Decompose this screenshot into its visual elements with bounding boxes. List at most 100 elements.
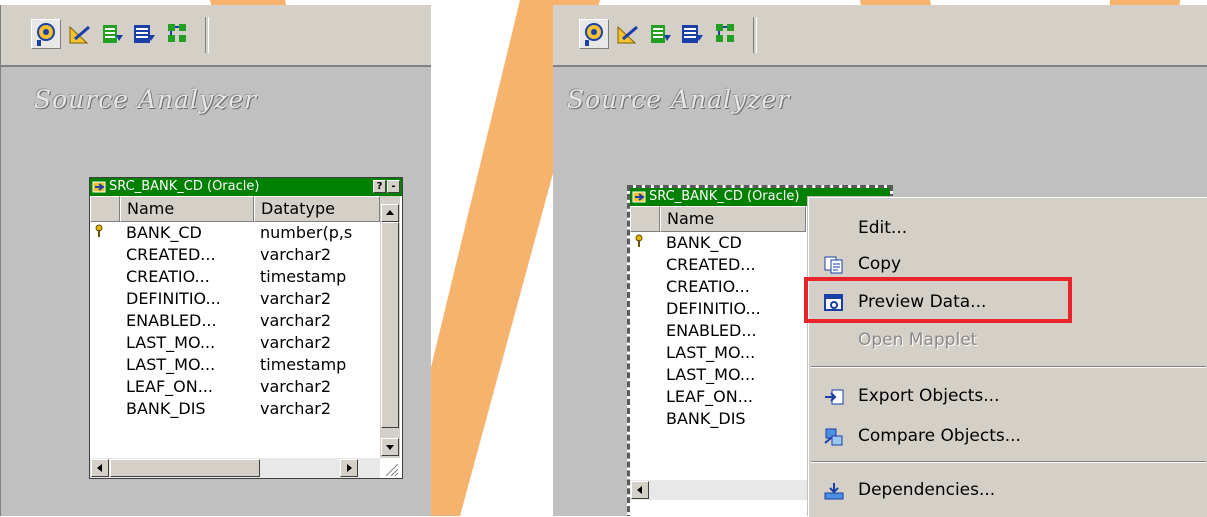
target-designer-button[interactable] bbox=[67, 21, 93, 47]
field-row[interactable]: LAST_MO... varchar2 bbox=[90, 332, 380, 354]
field-datatype: varchar2 bbox=[260, 399, 331, 418]
horizontal-scrollbar[interactable] bbox=[630, 480, 810, 500]
menu-item-edit-label: Edit... bbox=[858, 218, 908, 238]
menu-separator bbox=[811, 461, 1206, 463]
field-row[interactable]: DEFINITIO... bbox=[630, 298, 806, 320]
field-name: CREATIO... bbox=[126, 267, 210, 286]
field-list: BANK_CD CREATED... CREATIO... DEFINITIO... E… bbox=[630, 232, 806, 430]
source-title: SRC_BANK_CD (Oracle) bbox=[109, 179, 260, 194]
field-row[interactable]: CREATIO... bbox=[630, 276, 806, 298]
field-row[interactable]: CREATED... varchar2 bbox=[90, 244, 380, 266]
dependencies-icon bbox=[824, 483, 844, 500]
source-analyzer-icon bbox=[37, 23, 55, 46]
designer-panel-left: Source Analyzer SRC_BANK_CD (Oracle) ? -… bbox=[0, 5, 431, 516]
source-analyzer-button[interactable] bbox=[31, 19, 61, 49]
field-name: CREATED... bbox=[666, 255, 756, 274]
field-row[interactable]: LAST_MO... bbox=[630, 342, 806, 364]
workspace-title: Source Analyzer bbox=[34, 85, 258, 114]
field-row[interactable]: LAST_MO... timestamp bbox=[90, 354, 380, 376]
field-datatype: varchar2 bbox=[260, 311, 331, 330]
menu-item-dependencies[interactable]: Dependencies... bbox=[809, 472, 1207, 508]
field-name: DEFINITIO... bbox=[126, 289, 221, 308]
context-menu: Edit... Copy Preview Data... Open Mapple… bbox=[808, 197, 1207, 517]
resize-grip-icon[interactable] bbox=[382, 460, 400, 476]
field-row[interactable]: CREATIO... timestamp bbox=[90, 266, 380, 288]
scroll-down-button[interactable] bbox=[381, 438, 399, 456]
horizontal-scrollbar[interactable] bbox=[90, 458, 380, 478]
mapplet-designer-button[interactable] bbox=[131, 21, 157, 47]
scroll-right-button[interactable] bbox=[340, 459, 358, 477]
vertical-scroll-thumb[interactable] bbox=[381, 222, 399, 428]
arrow-up-icon bbox=[386, 210, 394, 215]
menu-item-export-objects[interactable]: Export Objects... bbox=[809, 378, 1207, 414]
header-name[interactable]: Name bbox=[660, 206, 806, 232]
mapping-designer-button[interactable] bbox=[165, 21, 191, 47]
mapplet-designer-button[interactable] bbox=[679, 21, 705, 47]
field-name: LEAF_ON... bbox=[126, 377, 213, 396]
field-name: CREATED... bbox=[126, 245, 216, 264]
field-datatype: timestamp bbox=[260, 355, 347, 374]
field-name: LAST_MO... bbox=[126, 355, 216, 374]
scroll-left-button[interactable] bbox=[91, 459, 109, 477]
copy-icon bbox=[824, 256, 843, 274]
transformation-developer-button[interactable] bbox=[647, 21, 673, 47]
field-name: ENABLED... bbox=[126, 311, 217, 330]
field-datatype: varchar2 bbox=[260, 333, 331, 352]
field-datatype: varchar2 bbox=[260, 289, 331, 308]
mapping-designer-icon bbox=[168, 24, 186, 42]
horizontal-scroll-thumb[interactable] bbox=[110, 459, 260, 477]
source-analyzer-button[interactable] bbox=[579, 19, 609, 49]
designer-toolbar bbox=[553, 5, 1207, 67]
help-button[interactable]: ? bbox=[373, 180, 386, 193]
menu-item-dependencies-label: Dependencies... bbox=[858, 480, 996, 500]
field-name: ENABLED... bbox=[666, 321, 757, 340]
field-name: BANK_DIS bbox=[126, 399, 206, 418]
toolbar-separator bbox=[205, 17, 209, 53]
primary-key-icon bbox=[95, 224, 103, 237]
field-row[interactable]: CREATED... bbox=[630, 254, 806, 276]
field-row[interactable]: DEFINITIO... varchar2 bbox=[90, 288, 380, 310]
field-datatype: varchar2 bbox=[260, 377, 331, 396]
arrow-left-icon bbox=[97, 464, 102, 472]
arrow-left-icon bbox=[637, 486, 642, 494]
field-row[interactable]: BANK_CD bbox=[630, 232, 806, 254]
header-corner bbox=[90, 196, 120, 222]
highlight-box bbox=[804, 277, 1072, 323]
mapping-designer-icon bbox=[716, 24, 734, 42]
field-datatype: varchar2 bbox=[260, 245, 331, 264]
field-row[interactable]: LEAF_ON... varchar2 bbox=[90, 376, 380, 398]
field-row[interactable]: BANK_CD number(p,s bbox=[90, 222, 380, 244]
transformation-developer-button[interactable] bbox=[99, 21, 125, 47]
target-designer-button[interactable] bbox=[615, 21, 641, 47]
field-row[interactable]: ENABLED... varchar2 bbox=[90, 310, 380, 332]
source-definition-window[interactable]: SRC_BANK_CD (Oracle) ? - Name Datatype B… bbox=[89, 177, 403, 479]
field-datatype: timestamp bbox=[260, 267, 347, 286]
source-title-bar[interactable]: SRC_BANK_CD (Oracle) ? - bbox=[90, 178, 402, 196]
menu-item-edit[interactable]: Edit... bbox=[809, 210, 1207, 246]
source-analyzer-icon bbox=[585, 23, 603, 46]
header-name[interactable]: Name bbox=[120, 196, 254, 222]
mapplet-designer-icon bbox=[682, 25, 703, 43]
target-designer-icon bbox=[617, 25, 638, 44]
mapping-designer-button[interactable] bbox=[713, 21, 739, 47]
vertical-scrollbar[interactable] bbox=[380, 196, 400, 458]
menu-item-export-objects-label: Export Objects... bbox=[858, 386, 1000, 406]
arrow-right-icon bbox=[347, 464, 352, 472]
field-name: BANK_DIS bbox=[666, 409, 746, 428]
field-list: BANK_CD number(p,s CREATED... varchar2 CREAT… bbox=[90, 222, 380, 420]
field-row[interactable]: BANK_DIS bbox=[630, 408, 806, 430]
field-row[interactable]: LAST_MO... bbox=[630, 364, 806, 386]
column-header-row: Name Datatype bbox=[90, 196, 380, 222]
source-table-icon bbox=[632, 191, 646, 203]
field-name: LAST_MO... bbox=[666, 365, 756, 384]
menu-item-open-mapplet[interactable]: Open Mapplet bbox=[809, 322, 1207, 358]
minimize-button[interactable]: - bbox=[387, 180, 400, 193]
field-row[interactable]: LEAF_ON... bbox=[630, 386, 806, 408]
scroll-up-button[interactable] bbox=[381, 204, 399, 222]
menu-item-compare-objects[interactable]: Compare Objects... bbox=[809, 418, 1207, 454]
scroll-left-button[interactable] bbox=[631, 481, 649, 499]
designer-toolbar bbox=[1, 5, 431, 67]
field-row[interactable]: ENABLED... bbox=[630, 320, 806, 342]
header-datatype[interactable]: Datatype bbox=[254, 196, 380, 222]
field-row[interactable]: BANK_DIS varchar2 bbox=[90, 398, 380, 420]
